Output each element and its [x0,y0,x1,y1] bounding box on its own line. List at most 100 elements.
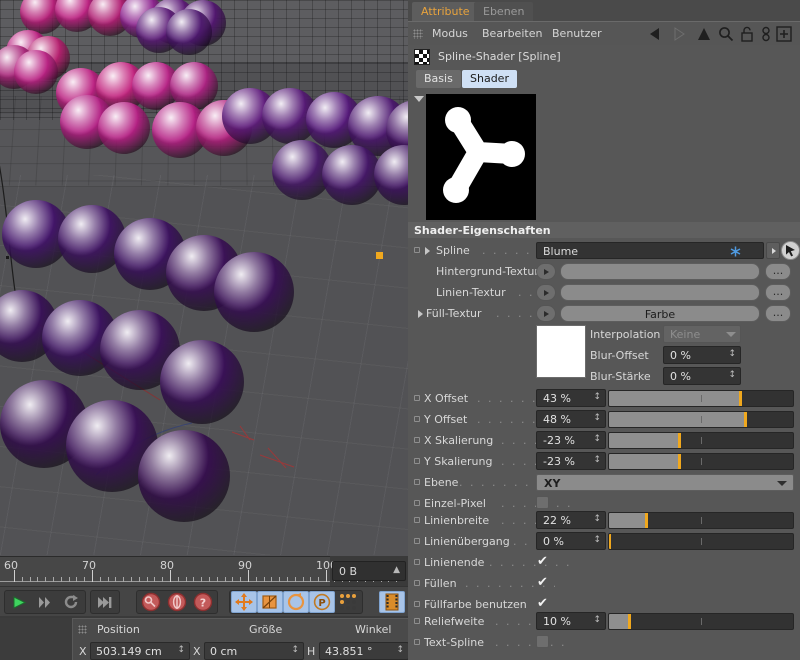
x-offset-slider[interactable] [608,390,794,407]
plus-box-icon[interactable] [776,26,792,45]
fuellen-checkbox[interactable]: ✔ [537,576,548,589]
blur-offset-spinner[interactable]: ↕ [728,349,736,359]
sphere[interactable] [160,340,244,424]
fuell-textur-browse-button[interactable]: ... [765,305,791,322]
hintergrund-textur-arrow-button[interactable] [536,263,556,280]
linienuebergang-field[interactable]: 0 %↕ [536,532,606,550]
animate-bullet[interactable] [414,479,420,485]
animate-bullet[interactable] [414,247,420,253]
sphere[interactable] [14,50,58,94]
expander-triangle-icon[interactable] [425,247,430,255]
blur-staerke-field[interactable]: 0 %↕ [663,367,741,385]
size-x-spinner[interactable]: ↕ [291,645,299,655]
linienuebergang-slider[interactable] [608,533,794,550]
chain-icon[interactable] [760,26,772,45]
linienbreite-slider[interactable] [608,512,794,529]
perspective-viewport[interactable] [0,0,408,556]
panel-grip-icon[interactable] [78,625,87,634]
x-offset-spinner[interactable]: ↕ [593,392,601,402]
x-skalierung-field[interactable]: -23 %↕ [536,431,606,449]
spline-link-field[interactable]: Blume [536,242,764,259]
linienbreite-spinner[interactable]: ↕ [593,514,601,524]
fuell-textur-field[interactable]: Farbe [560,305,760,322]
animate-bullet[interactable] [414,458,420,464]
scale-tool-icon[interactable] [257,591,283,613]
snowflake-gear-icon[interactable] [730,246,741,257]
animate-bullet[interactable] [414,437,420,443]
expander-triangle-icon[interactable] [418,310,423,318]
blur-offset-field[interactable]: 0 %↕ [663,346,741,364]
animate-bullet[interactable] [414,580,420,586]
y-offset-slider[interactable] [608,411,794,428]
back-arrow-icon[interactable] [648,26,668,45]
parameter-tool-icon[interactable]: P [309,591,335,613]
fuellfarbe-benutzen-checkbox[interactable]: ✔ [537,597,548,610]
animate-bullet[interactable] [414,517,420,523]
collapse-triangle-icon[interactable] [414,96,424,102]
x-offset-slider-knob[interactable] [739,391,742,406]
rotate-tool-icon[interactable] [283,591,309,613]
film-strip-icon[interactable] [379,591,405,613]
sphere[interactable] [214,252,294,332]
menu-modus[interactable]: Modus [432,27,468,40]
key-question-icon[interactable]: ? [190,591,216,613]
search-icon[interactable] [718,26,734,45]
menu-grip-icon[interactable] [413,29,423,39]
angle-h-spinner[interactable]: ↕ [396,645,404,655]
y-offset-spinner[interactable]: ↕ [593,413,601,423]
reliefweite-slider[interactable] [608,613,794,630]
orange-handle[interactable] [376,252,383,259]
animate-bullet[interactable] [414,500,420,506]
blur-staerke-spinner[interactable]: ↕ [728,370,736,380]
animate-bullet[interactable] [414,618,420,624]
loop-icon[interactable] [58,591,84,613]
angle-h-field[interactable]: 43.851 ° ↕ [319,642,409,660]
linien-textur-field[interactable] [560,284,760,301]
fuell-textur-arrow-button[interactable] [536,305,556,322]
x-offset-field[interactable]: 43 %↕ [536,389,606,407]
text-spline-checkbox[interactable] [536,635,549,648]
position-x-spinner[interactable]: ↕ [177,645,185,655]
linienuebergang-slider-knob[interactable] [608,534,611,549]
spline-dropdown-button[interactable] [766,242,780,259]
animate-bullet[interactable] [414,639,420,645]
sphere[interactable] [98,102,150,154]
timeline-ruler[interactable]: 60708090100 [0,556,330,586]
unlock-icon[interactable] [740,26,754,45]
menu-bearbeiten[interactable]: Bearbeiten [482,27,542,40]
up-arrow-icon[interactable] [696,26,712,45]
animate-bullet[interactable] [414,601,420,607]
sphere[interactable] [138,430,230,522]
animate-bullet[interactable] [414,416,420,422]
size-x-field[interactable]: 0 cm ↕ [204,642,304,660]
sphere[interactable] [166,9,212,55]
y-skalierung-slider[interactable] [608,453,794,470]
ebene-select[interactable]: XY [536,474,794,491]
frames-spinner[interactable]: ▲ [393,565,400,575]
tab-attribute[interactable]: Attribute [412,2,479,21]
play-forward-icon[interactable] [32,591,58,613]
x-skalierung-slider[interactable] [608,432,794,449]
tab-ebenen[interactable]: Ebenen [474,2,533,21]
cursor-picker-button[interactable] [781,241,800,260]
tab-shader[interactable]: Shader [462,70,517,88]
einzel-pixel-checkbox[interactable] [536,496,549,509]
shader-preview[interactable] [426,94,536,220]
linien-textur-browse-button[interactable]: ... [765,284,791,301]
points-tool-icon[interactable] [335,591,361,613]
reliefweite-field[interactable]: 10 %↕ [536,612,606,630]
y-offset-slider-knob[interactable] [744,412,747,427]
play-icon[interactable] [6,591,32,613]
animate-bullet[interactable] [414,559,420,565]
tab-basis[interactable]: Basis [416,70,461,88]
reliefweite-slider-knob[interactable] [628,614,631,629]
y-offset-field[interactable]: 48 %↕ [536,410,606,428]
move-tool-icon[interactable] [231,591,257,613]
y-skalierung-field[interactable]: -23 %↕ [536,452,606,470]
reliefweite-spinner[interactable]: ↕ [593,615,601,625]
linienbreite-field[interactable]: 22 %↕ [536,511,606,529]
linien-textur-arrow-button[interactable] [536,284,556,301]
animate-bullet[interactable] [414,538,420,544]
frames-field[interactable]: 0 B ▲ [332,561,406,581]
x-skalierung-spinner[interactable]: ↕ [593,434,601,444]
